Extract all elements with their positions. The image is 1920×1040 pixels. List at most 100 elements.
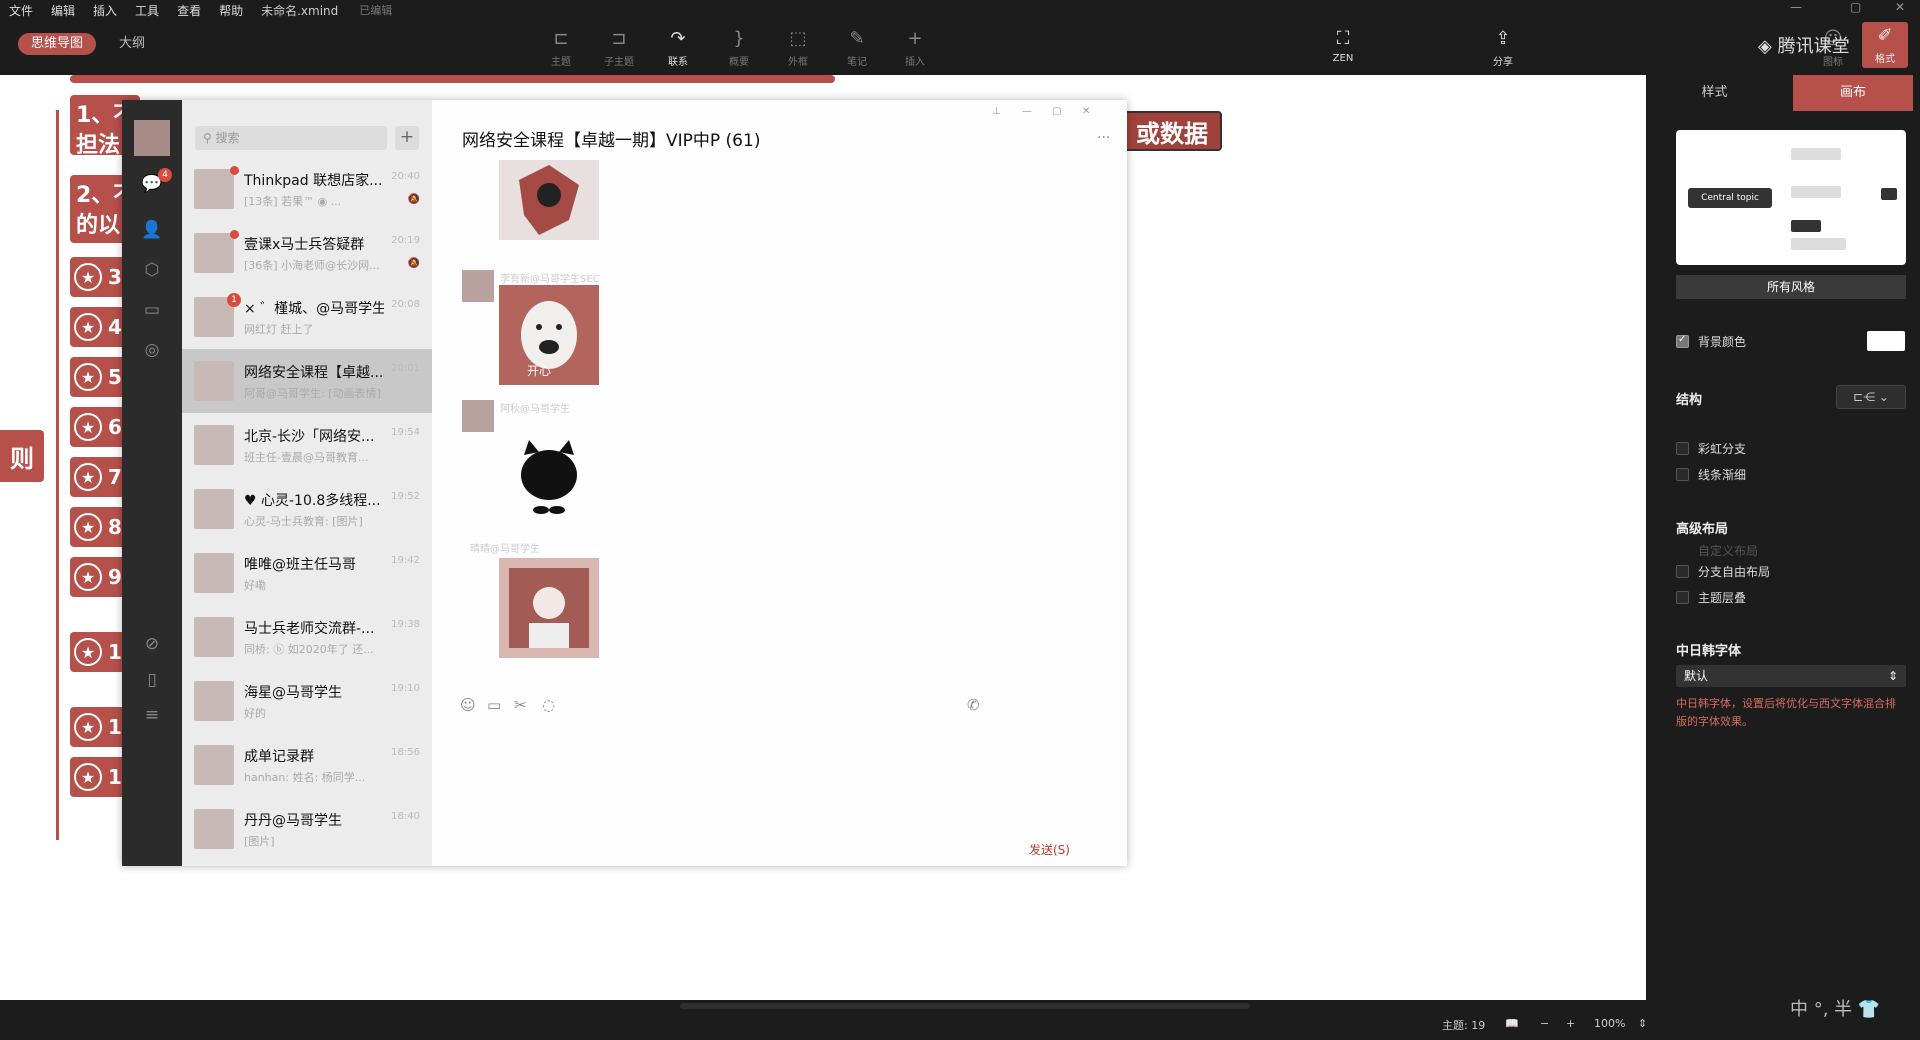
format-button[interactable]: ✐ 格式 (1862, 22, 1908, 68)
star-icon: ★ (74, 313, 102, 341)
menu-edit[interactable]: 编辑 (42, 2, 84, 19)
sticker-image[interactable]: 开心 (499, 285, 599, 385)
mini-program-icon[interactable]: ⊘ (140, 632, 164, 656)
unread-dot (230, 230, 239, 239)
zoom-stepper-icon[interactable]: ⇕ (1638, 1017, 1647, 1030)
chat-item[interactable]: 丹丹@马哥学生 [图片] 18:40 (182, 797, 432, 861)
sticker-drawing (519, 165, 579, 235)
topic-data[interactable]: 或数据 (1122, 111, 1222, 151)
more-button[interactable]: ··· (1097, 130, 1110, 146)
favorites-icon[interactable]: ⬡ (140, 258, 164, 282)
menu-insert[interactable]: 插入 (84, 2, 126, 19)
send-button[interactable]: 发送(S) (1029, 841, 1070, 858)
structure-icon: ⊏⋲ (1853, 390, 1876, 404)
taper-line-checkbox[interactable] (1676, 468, 1689, 481)
chat-avatar (194, 617, 234, 657)
scissors-icon[interactable]: ✂ (514, 696, 527, 714)
maximize-icon[interactable]: ▢ (1850, 0, 1861, 14)
minimize-icon[interactable]: — (1022, 106, 1032, 117)
contacts-icon[interactable]: 👤 (140, 218, 164, 242)
chat-item-active[interactable]: 网络安全课程【卓越... 阿哥@马哥学生: [动画表情] 20:01 (182, 349, 432, 413)
moments-icon[interactable]: ◎ (140, 338, 164, 362)
thumb-node (1791, 186, 1841, 198)
message-avatar[interactable] (462, 400, 494, 432)
zen-button[interactable]: ⛶ ZEN (1320, 25, 1366, 64)
relationship-button[interactable]: ↷ 联系 (655, 25, 701, 68)
maximize-icon[interactable]: ▢ (1052, 106, 1061, 117)
overlap-checkbox[interactable] (1676, 591, 1689, 604)
zoom-in-icon[interactable]: + (1566, 1017, 1575, 1030)
tab-outline[interactable]: 大纲 (106, 33, 158, 55)
menu-file[interactable]: 文件 (0, 2, 42, 19)
background-color-swatch[interactable] (1867, 331, 1905, 351)
photo-image[interactable] (499, 558, 599, 658)
call-icon[interactable]: ✆ (967, 696, 980, 714)
minimize-icon[interactable]: — (1790, 0, 1802, 14)
chat-item[interactable]: 海星@马哥学生 好的 19:10 (182, 669, 432, 733)
close-icon[interactable]: ✕ (1082, 106, 1090, 117)
structure-dropdown[interactable]: ⊏⋲ ⌄ (1836, 385, 1906, 409)
chat-item[interactable]: 唯唯@班主任马哥 好嘞 19:42 (182, 541, 432, 605)
pin-icon[interactable]: ⊥ (992, 106, 1001, 117)
chat-item[interactable]: 马士兵老师交流群-... 同桥: ⓑ 如2020年了 还... 19:38 (182, 605, 432, 669)
star-icon: ★ (74, 638, 102, 666)
style-thumbnail[interactable]: Central topic (1676, 130, 1906, 265)
rainbow-branch-label: 彩虹分支 (1698, 442, 1747, 456)
chat-item[interactable]: 成单记录群 hanhan: 姓名: 杨同学... 18:56 (182, 733, 432, 797)
root-topic[interactable]: 则 (0, 430, 44, 482)
share-icon: ⇪ (1495, 28, 1511, 49)
emoji-icon[interactable]: ☺ (460, 696, 476, 714)
topic-button[interactable]: ⊏ 主题 (538, 25, 584, 68)
folder-icon[interactable]: ▭ (487, 696, 501, 714)
tab-mindmap[interactable]: 思维导图 (18, 33, 97, 55)
chat-avatar (194, 553, 234, 593)
free-layout-checkbox[interactable] (1676, 565, 1689, 578)
note-button[interactable]: ✎ 笔记 (834, 25, 880, 68)
menu-icon[interactable]: ≡ (140, 703, 164, 727)
chat-item[interactable]: 1 × ゛槿城、@马哥学生 网红灯 赶上了 20:08 (182, 285, 432, 349)
phone-icon[interactable]: ▯ (140, 668, 164, 692)
zoom-out-icon[interactable]: − (1540, 1017, 1549, 1030)
boundary-button[interactable]: ⬚ 外框 (775, 25, 821, 68)
zoom-level[interactable]: 100% (1594, 1017, 1625, 1030)
chat-bubble-icon[interactable]: ◌ (542, 696, 555, 714)
message-avatar[interactable] (462, 270, 494, 302)
mindmap-canvas[interactable]: 则 1、不 担法 2、不 的以 ★3 ★4 ★5 ★6 ★7 ★8 ★9 ★10… (0, 75, 1646, 1000)
chat-avatar (194, 809, 234, 849)
subtopic-button[interactable]: ⊐ 子主题 (596, 25, 642, 68)
tab-style[interactable]: 样式 (1646, 75, 1783, 111)
share-button[interactable]: ⇪ 分享 (1480, 25, 1526, 68)
menu-tools[interactable]: 工具 (126, 2, 168, 19)
menu-help[interactable]: 帮助 (210, 2, 252, 19)
files-icon[interactable]: ▭ (140, 298, 164, 322)
horizontal-scrollbar[interactable] (680, 1003, 1250, 1009)
background-color-checkbox[interactable] (1676, 334, 1689, 348)
chat-item[interactable]: ♥ 心灵-10.8多线程... 心灵-马士兵教育: [图片] 19:52 (182, 477, 432, 541)
sticker-image[interactable] (499, 160, 599, 240)
chat-avatar (194, 745, 234, 785)
thumb-node (1881, 188, 1897, 200)
sticker-image[interactable] (499, 420, 599, 520)
add-chat-button[interactable]: + (395, 126, 419, 150)
chat-item[interactable]: Thinkpad 联想店家... [13条] 若果™ ◉ ... 20:40 🔕 (182, 157, 432, 221)
summary-button[interactable]: } 概要 (716, 25, 762, 68)
summary-icon: } (733, 28, 745, 49)
mute-icon: 🔕 (407, 258, 420, 269)
menu-view[interactable]: 查看 (168, 2, 210, 19)
tab-canvas[interactable]: 画布 (1793, 75, 1913, 111)
all-styles-button[interactable]: 所有风格 (1676, 275, 1906, 299)
search-input[interactable]: ⚲ 搜索 (195, 126, 387, 150)
cjk-font-select[interactable]: 默认 ⇕ (1676, 665, 1906, 687)
rainbow-branch-checkbox[interactable] (1676, 442, 1689, 455)
my-avatar[interactable] (134, 120, 170, 156)
chat-item[interactable]: 壹课x马士兵答疑群 [36条] 小海老师@长沙网... 20:19 🔕 (182, 221, 432, 285)
ime-indicator[interactable]: 中 °, 半 👕 (1790, 995, 1880, 1021)
sticker-caption: 开心 (527, 364, 551, 378)
book-icon[interactable]: 📖 (1505, 1017, 1519, 1030)
insert-button[interactable]: + 插入 (892, 25, 938, 68)
chat-item[interactable]: 北京-长沙「网络安... 班主任-壹晨@马哥教育... 19:54 (182, 413, 432, 477)
chat-avatar (194, 169, 234, 209)
thumb-node (1791, 238, 1846, 250)
unread-badge: 4 (158, 168, 172, 182)
close-icon[interactable]: ✕ (1895, 0, 1905, 14)
